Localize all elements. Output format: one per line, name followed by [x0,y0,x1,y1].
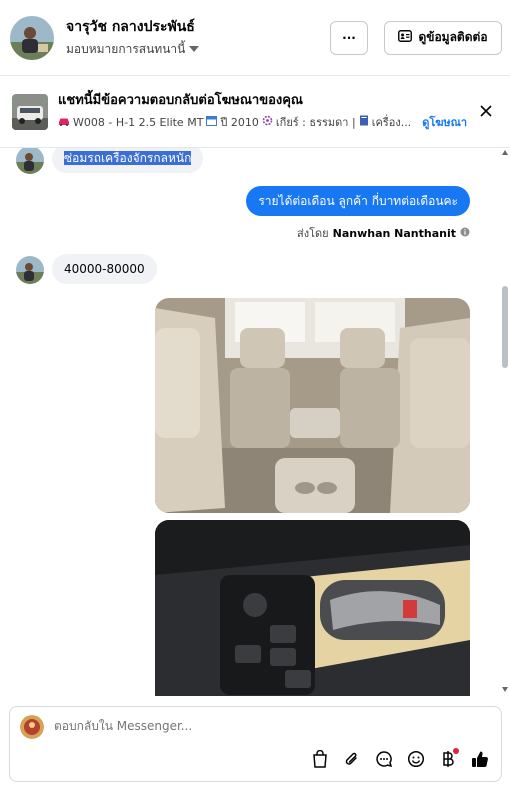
reply-composer [9,706,502,782]
conversation-header: จารุวัช กลางประพันธ์ มอบหมายการสนทนานี้ … [0,0,510,76]
info-icon[interactable] [460,227,470,240]
message-thread: ซ่อมรถเครื่องจักรกลหนัก รายได้ต่อเดือน ล… [0,148,510,696]
ad-year: ปี 2010 [220,115,259,129]
close-banner-button[interactable] [474,100,498,124]
paperclip-icon [344,750,360,772]
saved-replies-button[interactable] [374,750,393,772]
ad-text: แชทนี้มีข้อความตอบกลับต่อโฆษณาของคุณ W00… [58,92,467,132]
message-incoming[interactable]: 40000-80000 [52,254,157,284]
contact-avatar-small[interactable] [16,256,44,284]
attach-button[interactable] [342,751,361,770]
scrollbar-thumb[interactable] [502,286,508,368]
more-options-button[interactable]: ··· [330,20,368,55]
message-text: ซ่อมรถเครื่องจักรกลหนัก [64,151,192,165]
ad-engine: เครื่อง... [371,115,412,129]
more-label: ··· [342,30,356,45]
message-outgoing[interactable]: รายได้ต่อเดือน ลูกค้า กี่บาทต่อเดือนคะ [246,186,470,216]
ad-gear: เกียร์ : ธรรมดา | [275,115,356,129]
assign-conversation-dropdown[interactable]: มอบหมายการสนทนานี้ [66,40,330,58]
shopping-bag-icon [312,749,328,772]
scroll-up-arrow-icon[interactable] [502,150,508,155]
view-contact-button[interactable]: ดูข้อมูลติดต่อ [384,20,502,55]
car-icon [58,114,70,132]
ad-title: แชทนี้มีข้อความตอบกลับต่อโฆษณาของคุณ [58,92,303,108]
message-scrollbar[interactable] [500,148,510,696]
contact-info: จารุวัช กลางประพันธ์ มอบหมายการสนทนานี้ [66,18,330,58]
view-contact-label: ดูข้อมูลติดต่อ [418,30,488,44]
scroll-down-arrow-icon[interactable] [502,687,508,692]
ad-reply-banner: แชทนี้มีข้อความตอบกลับต่อโฆษณาของคุณ W00… [0,76,510,148]
contact-avatar-small[interactable] [16,148,44,174]
chat-bubble-icon [375,750,393,772]
photo-attachment[interactable] [155,298,470,513]
message-text: 40000-80000 [64,262,145,276]
sent-by-name: Nanwhan Nanthanit [332,226,456,240]
book-icon [359,114,369,132]
contact-card-icon [398,30,413,45]
emoji-icon [407,750,425,772]
messenger-conversation-panel: จารุวัช กลางประพันธ์ มอบหมายการสนทนานี้ … [0,0,510,794]
notification-dot [453,748,459,754]
close-icon [480,102,492,121]
sent-by-prefix: ส่งโดย [297,227,329,240]
contact-name[interactable]: จารุวัช กลางประพันธ์ [66,18,330,36]
reply-input[interactable] [54,719,454,733]
contact-avatar[interactable] [10,15,54,60]
photo-attachment[interactable] [155,520,470,696]
baht-icon [441,750,455,772]
page-avatar [20,715,44,739]
gear-icon [262,114,273,132]
message-text: รายได้ต่อเดือน ลูกค้า กี่บาทต่อเดือนคะ [258,194,458,208]
view-ad-link[interactable]: ดูโฆษณา [422,114,467,132]
payment-button[interactable] [438,748,459,772]
ad-code: W008 - H-1 2.5 Elite MT [73,115,204,129]
like-button[interactable] [470,751,489,770]
sent-by-label: ส่งโดย Nanwhan Nanthanit [297,224,470,242]
message-incoming[interactable]: ซ่อมรถเครื่องจักรกลหนัก [52,148,204,173]
ad-thumbnail[interactable] [12,93,48,130]
shopping-bag-button[interactable] [310,749,329,772]
emoji-button[interactable] [406,750,425,772]
assign-label: มอบหมายการสนทนานี้ [66,41,186,56]
composer-toolbar [310,748,489,772]
thumbs-up-icon [471,750,489,772]
caret-down-icon [189,40,200,58]
calendar-icon [206,114,218,132]
ad-description: W008 - H-1 2.5 Elite MT ปี 2010 เกียร์ :… [58,114,467,132]
